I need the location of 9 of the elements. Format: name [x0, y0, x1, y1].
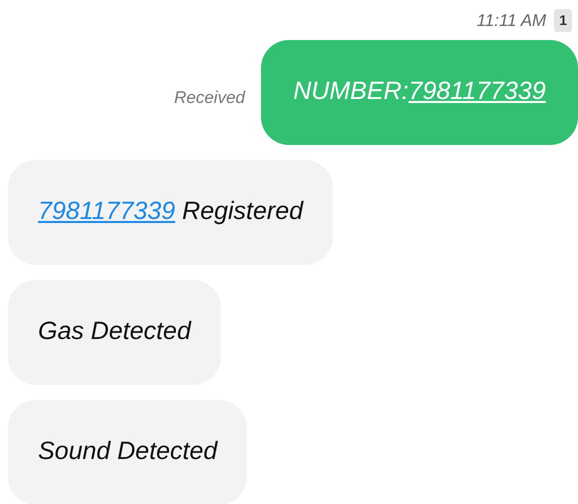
- phone-link[interactable]: 7981177339: [408, 73, 546, 111]
- message-time: 11:11 AM: [476, 10, 546, 32]
- message-text: NUMBER:: [293, 76, 409, 108]
- sim-badge: 1: [554, 9, 572, 32]
- message-text: Sound Detected: [38, 436, 218, 468]
- delivery-status: Received: [174, 87, 245, 110]
- phone-link[interactable]: 7981177339: [38, 193, 176, 231]
- message-text: Registered: [181, 196, 304, 228]
- message-text: Gas Detected: [38, 316, 191, 348]
